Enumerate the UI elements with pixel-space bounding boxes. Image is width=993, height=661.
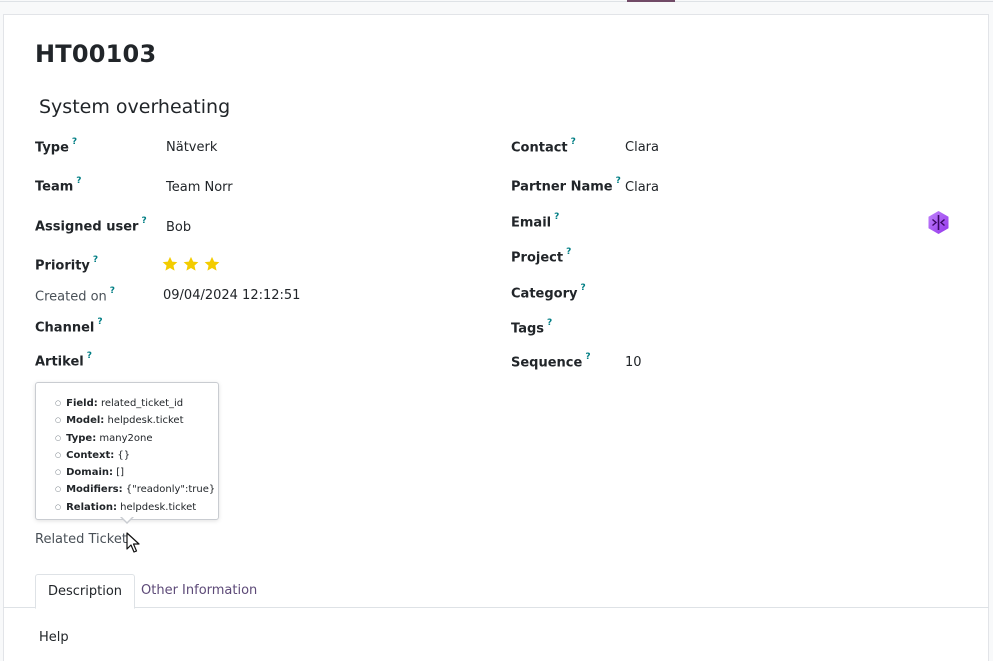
artikel-label: Artikel? (35, 351, 92, 370)
sequence-field[interactable]: 10 (625, 355, 642, 370)
help-marker[interactable]: ? (97, 317, 102, 327)
tooltip-row-field: Field: related_ticket_id (55, 395, 218, 412)
help-marker[interactable]: ? (141, 216, 146, 226)
help-marker[interactable]: ? (72, 137, 77, 147)
partner-name-field[interactable]: Clara (625, 180, 659, 195)
contact-label: Contact? (511, 137, 576, 156)
ai-sparkle-icon[interactable] (926, 210, 951, 235)
sequence-label: Sequence? (511, 352, 591, 371)
ticket-subject-field[interactable]: System overheating (39, 96, 230, 118)
assigned-user-label: Assigned user? (35, 216, 147, 235)
tooltip-row-model: Model: helpdesk.ticket (55, 412, 218, 429)
team-label: Team? (35, 176, 82, 195)
related-ticket-label[interactable]: Related Ticket (35, 532, 127, 547)
team-field[interactable]: Team Norr (166, 180, 233, 195)
help-marker[interactable]: ? (585, 352, 590, 362)
tags-label: Tags? (511, 318, 553, 337)
priority-stars[interactable] (161, 255, 221, 273)
help-marker[interactable]: ? (554, 212, 559, 222)
assigned-user-field[interactable]: Bob (166, 220, 191, 235)
top-bar-edge (0, 0, 993, 2)
tooltip-arrow (120, 516, 134, 524)
help-marker[interactable]: ? (571, 137, 576, 147)
mouse-pointer-icon (126, 532, 140, 554)
contact-field[interactable]: Clara (625, 140, 659, 155)
help-marker[interactable]: ? (547, 318, 552, 328)
type-field[interactable]: Nätverk (166, 140, 217, 155)
channel-label: Channel? (35, 317, 103, 336)
partner-name-label: Partner Name? (511, 176, 621, 195)
help-marker[interactable]: ? (110, 286, 115, 296)
tooltip-row-domain: Domain: [] (55, 464, 218, 481)
priority-label: Priority? (35, 255, 99, 274)
help-marker[interactable]: ? (580, 283, 585, 293)
created-on-label: Created on? (35, 286, 116, 305)
description-content[interactable]: Help (39, 630, 69, 645)
type-label: Type? (35, 137, 78, 156)
tab-other-information[interactable]: Other Information (129, 574, 269, 609)
tooltip-row-type: Type: many2one (55, 430, 218, 447)
tab-description[interactable]: Description (35, 574, 136, 609)
notebook-tabs: Description Other Information (3, 574, 989, 609)
project-label: Project? (511, 247, 572, 266)
field-info-tooltip: Field: related_ticket_id Model: helpdesk… (35, 382, 219, 520)
created-on-value: 09/04/2024 12:12:51 (163, 288, 301, 303)
tooltip-row-modifiers: Modifiers: {"readonly":true} (55, 481, 218, 498)
category-label: Category? (511, 283, 586, 302)
active-menu-indicator (627, 0, 675, 2)
tooltip-row-context: Context: {} (55, 447, 218, 464)
star-icon[interactable] (182, 255, 200, 273)
help-marker[interactable]: ? (87, 351, 92, 361)
tooltip-row-relation: Relation: helpdesk.ticket (55, 499, 218, 516)
ticket-reference: HT00103 (35, 40, 157, 68)
help-marker[interactable]: ? (616, 176, 621, 186)
star-icon[interactable] (203, 255, 221, 273)
help-marker[interactable]: ? (566, 247, 571, 257)
help-marker[interactable]: ? (93, 255, 98, 265)
email-label: Email? (511, 212, 560, 231)
help-marker[interactable]: ? (76, 176, 81, 186)
star-icon[interactable] (161, 255, 179, 273)
tooltip-list: Field: related_ticket_id Model: helpdesk… (36, 383, 218, 516)
